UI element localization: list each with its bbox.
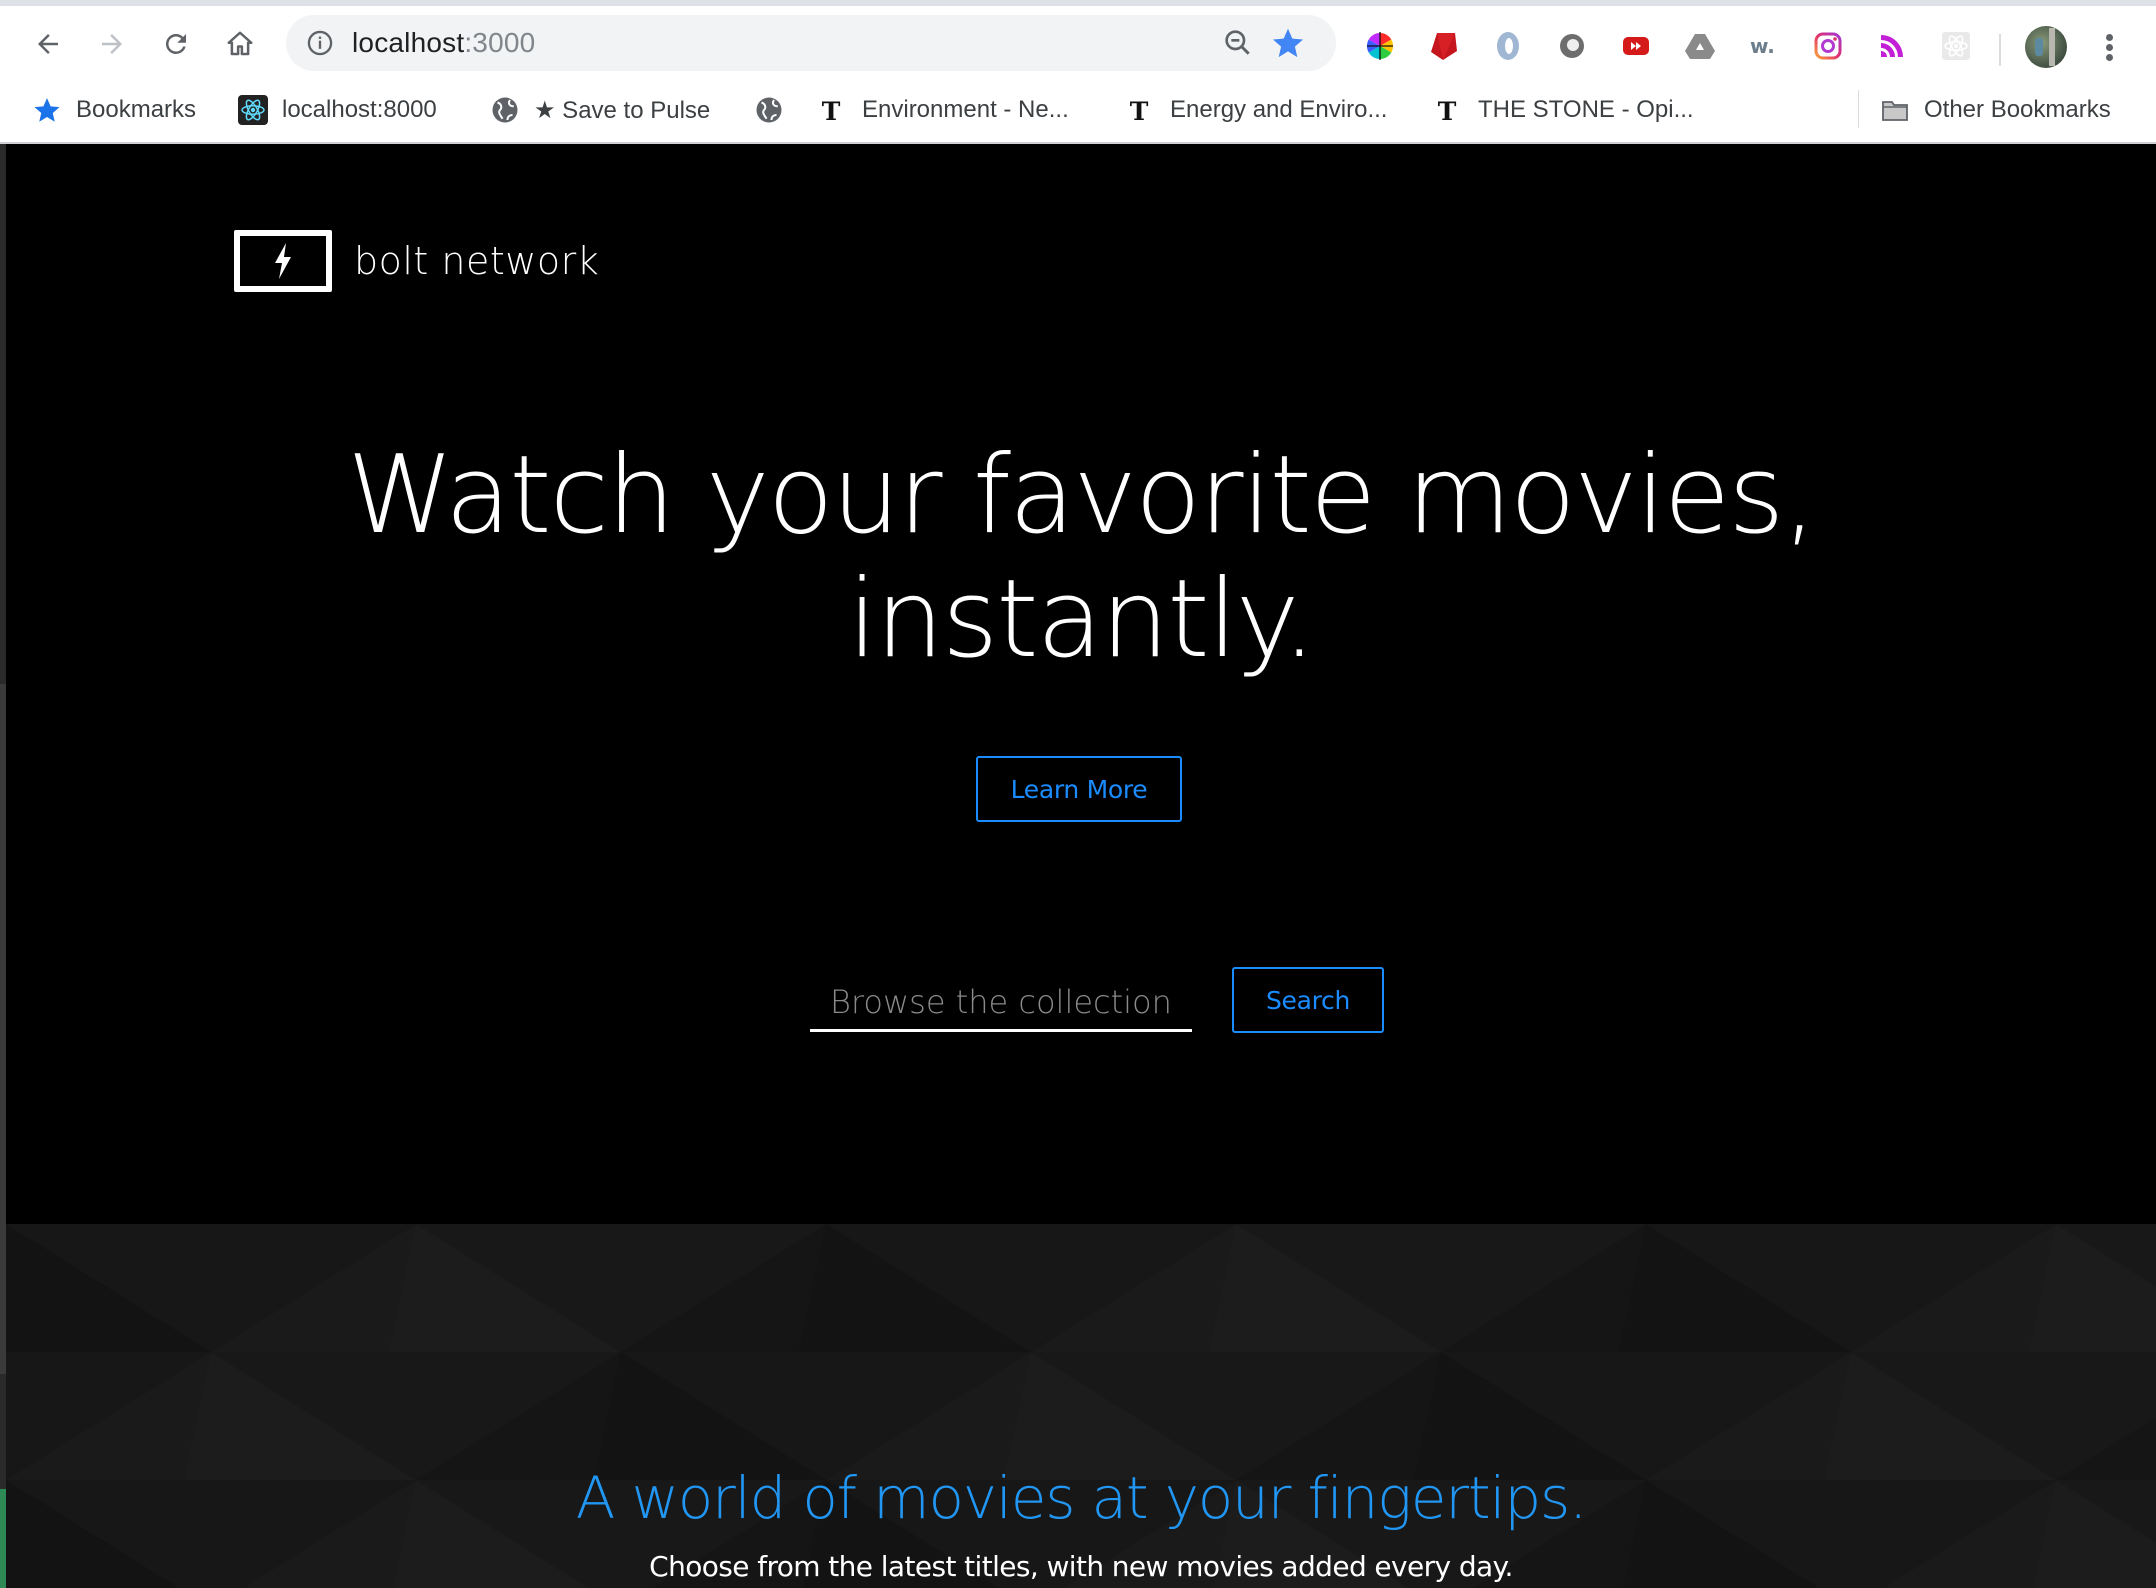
circle-extension-button[interactable] [1556, 30, 1588, 62]
react-devtools-extension-button[interactable] [1940, 30, 1972, 62]
bookmark-label: Bookmarks [76, 96, 197, 123]
json-viewer-extension-icon [1497, 32, 1519, 60]
background-pattern [6, 1224, 2156, 1588]
bookmark-star-icon[interactable] [1270, 25, 1306, 61]
profile-avatar[interactable] [2025, 26, 2067, 68]
color-wheel-extension-button[interactable] [1364, 30, 1396, 62]
back-icon [38, 34, 58, 54]
headline-line-2: instantly. [847, 557, 1317, 682]
globe-icon [492, 97, 518, 123]
react-devtools-extension-icon [1942, 32, 1970, 60]
google-drive-extension-button[interactable] [1684, 30, 1716, 62]
search-button[interactable]: Search [1232, 967, 1384, 1033]
svg-text:T: T [822, 97, 841, 125]
rss-feed-extension-button[interactable] [1876, 30, 1908, 62]
web-page: bolt network Watch your favorite movies,… [6, 144, 2156, 1588]
headline-line-1: Watch your favorite movies, [347, 433, 1817, 558]
info-icon[interactable] [306, 29, 334, 57]
url-host: localhost [352, 27, 465, 58]
reload-button[interactable] [156, 24, 196, 64]
react-icon [238, 95, 268, 125]
bookmark-environment[interactable]: T Environment - Ne... [818, 92, 1069, 128]
bookmarks-separator [1858, 90, 1859, 128]
home-button[interactable] [220, 24, 260, 64]
features-title: A world of movies at your fingertips. [575, 1464, 1588, 1532]
globe-icon [756, 97, 782, 123]
bookmark-bookmarks[interactable]: Bookmarks [32, 92, 196, 128]
bookmark-globe[interactable] [754, 92, 784, 128]
hero-section: bolt network Watch your favorite movies,… [6, 144, 2156, 1224]
screen-bolt-logo-icon [234, 230, 332, 292]
wordpress-extension-icon: w. [1750, 34, 1775, 58]
nyt-icon: T [822, 97, 841, 125]
bookmark-label: localhost:8000 [282, 96, 437, 123]
url-port: :3000 [464, 27, 536, 58]
zoom-out-icon[interactable] [1222, 27, 1254, 59]
features-section: A world of movies at your fingertips. Ch… [6, 1224, 2156, 1588]
toolbar-separator [1999, 34, 2001, 66]
lightning-bolt-icon [275, 243, 291, 279]
browser-toolbar: localhost:3000 w. [0, 6, 2156, 80]
rss-feed-extension-icon [1881, 35, 1903, 57]
nyt-icon: T [1130, 97, 1149, 125]
wordpress-extension-button[interactable]: w. [1748, 30, 1780, 62]
forward-icon [102, 34, 122, 54]
bookmark-localhost-8000[interactable]: localhost:8000 [238, 92, 437, 128]
search-input[interactable] [810, 966, 1192, 1032]
google-drive-extension-icon [1685, 34, 1715, 59]
bookmarks-bar: Bookmarks localhost:8000 ★ Save to Pulse… [0, 80, 2156, 199]
color-wheel-extension-icon [1366, 32, 1394, 60]
json-viewer-extension-button[interactable] [1492, 30, 1524, 62]
bookmark-the-stone[interactable]: T THE STONE - Opi... [1434, 92, 1694, 128]
instagram-extension-icon [1814, 32, 1842, 60]
url-text[interactable]: localhost:3000 [352, 27, 535, 59]
brand-logo[interactable]: bolt network [234, 230, 599, 292]
ruby-extension-button[interactable] [1428, 30, 1460, 62]
bookmark-label: ★ Save to Pulse [534, 96, 711, 124]
instagram-extension-button[interactable] [1812, 30, 1844, 62]
ruby-extension-icon [1431, 33, 1457, 60]
reload-icon [165, 33, 186, 54]
back-button[interactable] [28, 24, 68, 64]
home-icon [227, 31, 253, 56]
youtube-fast-forward-extension-icon [1623, 37, 1649, 55]
other-bookmarks-folder[interactable]: Other Bookmarks [1880, 92, 2111, 128]
bookmark-label: THE STONE - Opi... [1478, 96, 1694, 123]
brand-name: bolt network [354, 239, 600, 283]
bookmark-label: Energy and Enviro... [1170, 96, 1388, 123]
svg-text:T: T [1130, 97, 1149, 125]
nyt-icon: T [1438, 97, 1457, 125]
hero-headline: Watch your favorite movies, instantly. [6, 434, 2156, 682]
features-subtitle: Choose from the latest titles, with new … [649, 1550, 1513, 1583]
youtube-fast-forward-extension-button[interactable] [1620, 30, 1652, 62]
svg-text:T: T [1438, 97, 1457, 125]
star-icon [34, 98, 60, 122]
browser-menu-button[interactable] [2100, 28, 2120, 68]
svg-text:w.: w. [1750, 34, 1775, 58]
folder-icon [1882, 101, 1908, 121]
other-bookmarks-label: Other Bookmarks [1924, 96, 2111, 123]
browser-chrome: localhost:3000 w. Bookmarks localhost:80… [0, 0, 2156, 199]
bookmark-energy-environment[interactable]: T Energy and Enviro... [1126, 92, 1388, 128]
bookmark-save-to-pulse[interactable]: ★ Save to Pulse [490, 92, 710, 128]
bookmark-label: Environment - Ne... [862, 96, 1069, 123]
forward-button[interactable] [92, 24, 132, 64]
circle-extension-icon [1560, 34, 1584, 58]
address-bar[interactable]: localhost:3000 [286, 15, 1336, 71]
learn-more-button[interactable]: Learn More [976, 756, 1182, 822]
